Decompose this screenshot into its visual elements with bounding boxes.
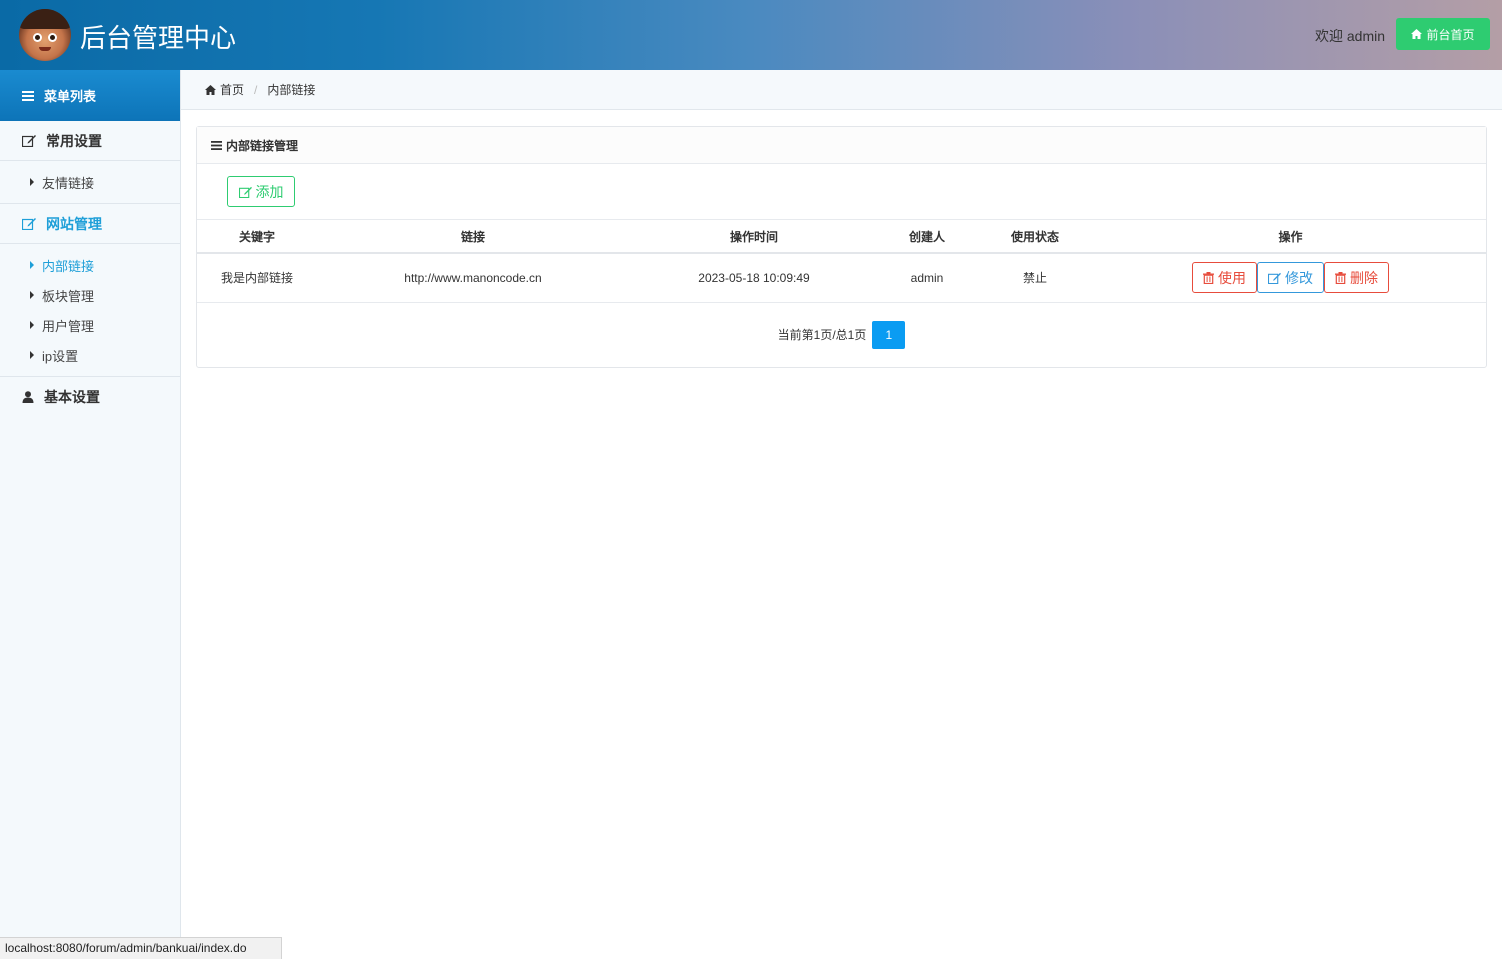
- delete-button[interactable]: 删除: [1324, 262, 1389, 294]
- caret-right-icon: [30, 321, 34, 329]
- column-header-creator: 创建人: [879, 220, 975, 254]
- sidebar-item-label: 板块管理: [42, 288, 95, 304]
- delete-button-label: 删除: [1350, 269, 1378, 286]
- sidebar-group-label: 基本设置: [44, 389, 100, 405]
- trash-icon: [1203, 271, 1214, 284]
- edit-button[interactable]: 修改: [1257, 262, 1324, 294]
- front-home-label: 前台首页: [1426, 27, 1475, 42]
- table-row: 我是内部链接 http://www.manoncode.cn 2023-05-1…: [197, 253, 1486, 303]
- sidebar-group-basic-settings[interactable]: 基本设置: [0, 377, 180, 417]
- top-header: 后台管理中心 欢迎 admin 前台首页: [0, 0, 1502, 70]
- site-title: 后台管理中心: [80, 23, 237, 53]
- sidebar-item-ip-settings[interactable]: ip设置: [0, 340, 180, 370]
- pagination: 当前第1页/总1页 1: [197, 303, 1486, 367]
- welcome-text: 欢迎 admin: [1315, 28, 1386, 44]
- cell-keyword: 我是内部链接: [197, 253, 317, 303]
- edit-icon: [22, 217, 36, 230]
- cell-creator: admin: [879, 253, 975, 303]
- edit-button-label: 修改: [1285, 269, 1313, 286]
- table-header-row: 关键字 链接 操作时间 创建人 使用状态 操作: [197, 220, 1486, 254]
- list-icon: [22, 90, 34, 101]
- links-table: 关键字 链接 操作时间 创建人 使用状态 操作 我是内部链接 http://ww…: [197, 220, 1486, 303]
- content-panel: 内部链接管理 添加 关键字 链接 操作时间 创建人 使用状态 操作 我是内部链接…: [196, 126, 1487, 368]
- column-header-link: 链接: [317, 220, 629, 254]
- use-button-label: 使用: [1218, 269, 1246, 286]
- sidebar-submenu-common: 友情链接: [0, 161, 180, 204]
- caret-right-icon: [30, 351, 34, 359]
- menu-header: 菜单列表: [0, 70, 180, 121]
- caret-right-icon: [30, 261, 34, 269]
- sidebar-item-label: 友情链接: [42, 175, 95, 191]
- column-header-time: 操作时间: [629, 220, 879, 254]
- panel-header: 内部链接管理: [197, 127, 1486, 164]
- sidebar-item-label: ip设置: [42, 348, 79, 364]
- sidebar-item-label: 用户管理: [42, 318, 95, 334]
- sidebar-item-friend-links[interactable]: 友情链接: [0, 167, 180, 197]
- sidebar-group-site-management[interactable]: 网站管理: [0, 204, 180, 244]
- home-icon: [1411, 29, 1423, 39]
- cell-status: 禁止: [975, 253, 1095, 303]
- breadcrumb-home-link[interactable]: 首页: [220, 81, 244, 98]
- logo-avatar: [19, 9, 71, 61]
- breadcrumb-separator: /: [254, 82, 258, 97]
- sidebar: 菜单列表 常用设置 友情链接 网站管理 内部链接 板块管理 用户管理 ip设置 …: [0, 70, 181, 959]
- sidebar-group-common-settings[interactable]: 常用设置: [0, 121, 180, 161]
- column-header-keyword: 关键字: [197, 220, 317, 254]
- page-button-current[interactable]: 1: [872, 320, 906, 349]
- add-button-label: 添加: [255, 183, 284, 200]
- use-button[interactable]: 使用: [1192, 262, 1257, 294]
- sidebar-submenu-site: 内部链接 板块管理 用户管理 ip设置: [0, 244, 180, 377]
- sidebar-item-user-management[interactable]: 用户管理: [0, 310, 180, 340]
- panel-title: 内部链接管理: [226, 138, 299, 153]
- list-icon: [211, 140, 222, 150]
- caret-right-icon: [30, 178, 34, 186]
- add-button[interactable]: 添加: [227, 176, 295, 207]
- edit-icon: [22, 134, 36, 147]
- edit-icon: [1268, 272, 1281, 284]
- menu-title: 菜单列表: [44, 89, 97, 104]
- trash-icon: [1335, 271, 1346, 284]
- sidebar-item-board-management[interactable]: 板块管理: [0, 280, 180, 310]
- browser-status-url: localhost:8080/forum/admin/bankuai/index…: [0, 937, 282, 959]
- sidebar-item-internal-links[interactable]: 内部链接: [0, 250, 180, 280]
- sidebar-item-label: 内部链接: [42, 258, 95, 274]
- column-header-status: 使用状态: [975, 220, 1095, 254]
- column-header-actions: 操作: [1095, 220, 1486, 254]
- panel-toolbar: 添加: [197, 164, 1486, 220]
- cell-link: http://www.manoncode.cn: [317, 253, 629, 303]
- pagination-info: 当前第1页/总1页: [777, 328, 867, 342]
- front-home-button[interactable]: 前台首页: [1396, 18, 1490, 50]
- cell-actions: 使用 修改 删除: [1095, 253, 1486, 303]
- breadcrumb-current: 内部链接: [267, 83, 316, 97]
- cell-time: 2023-05-18 10:09:49: [629, 253, 879, 303]
- edit-icon: [238, 186, 252, 198]
- home-icon: [205, 84, 216, 95]
- breadcrumb: 首页 / 内部链接: [181, 70, 1502, 110]
- sidebar-group-label: 网站管理: [46, 215, 102, 232]
- user-icon: [22, 391, 34, 403]
- caret-right-icon: [30, 291, 34, 299]
- sidebar-group-label: 常用设置: [46, 132, 102, 149]
